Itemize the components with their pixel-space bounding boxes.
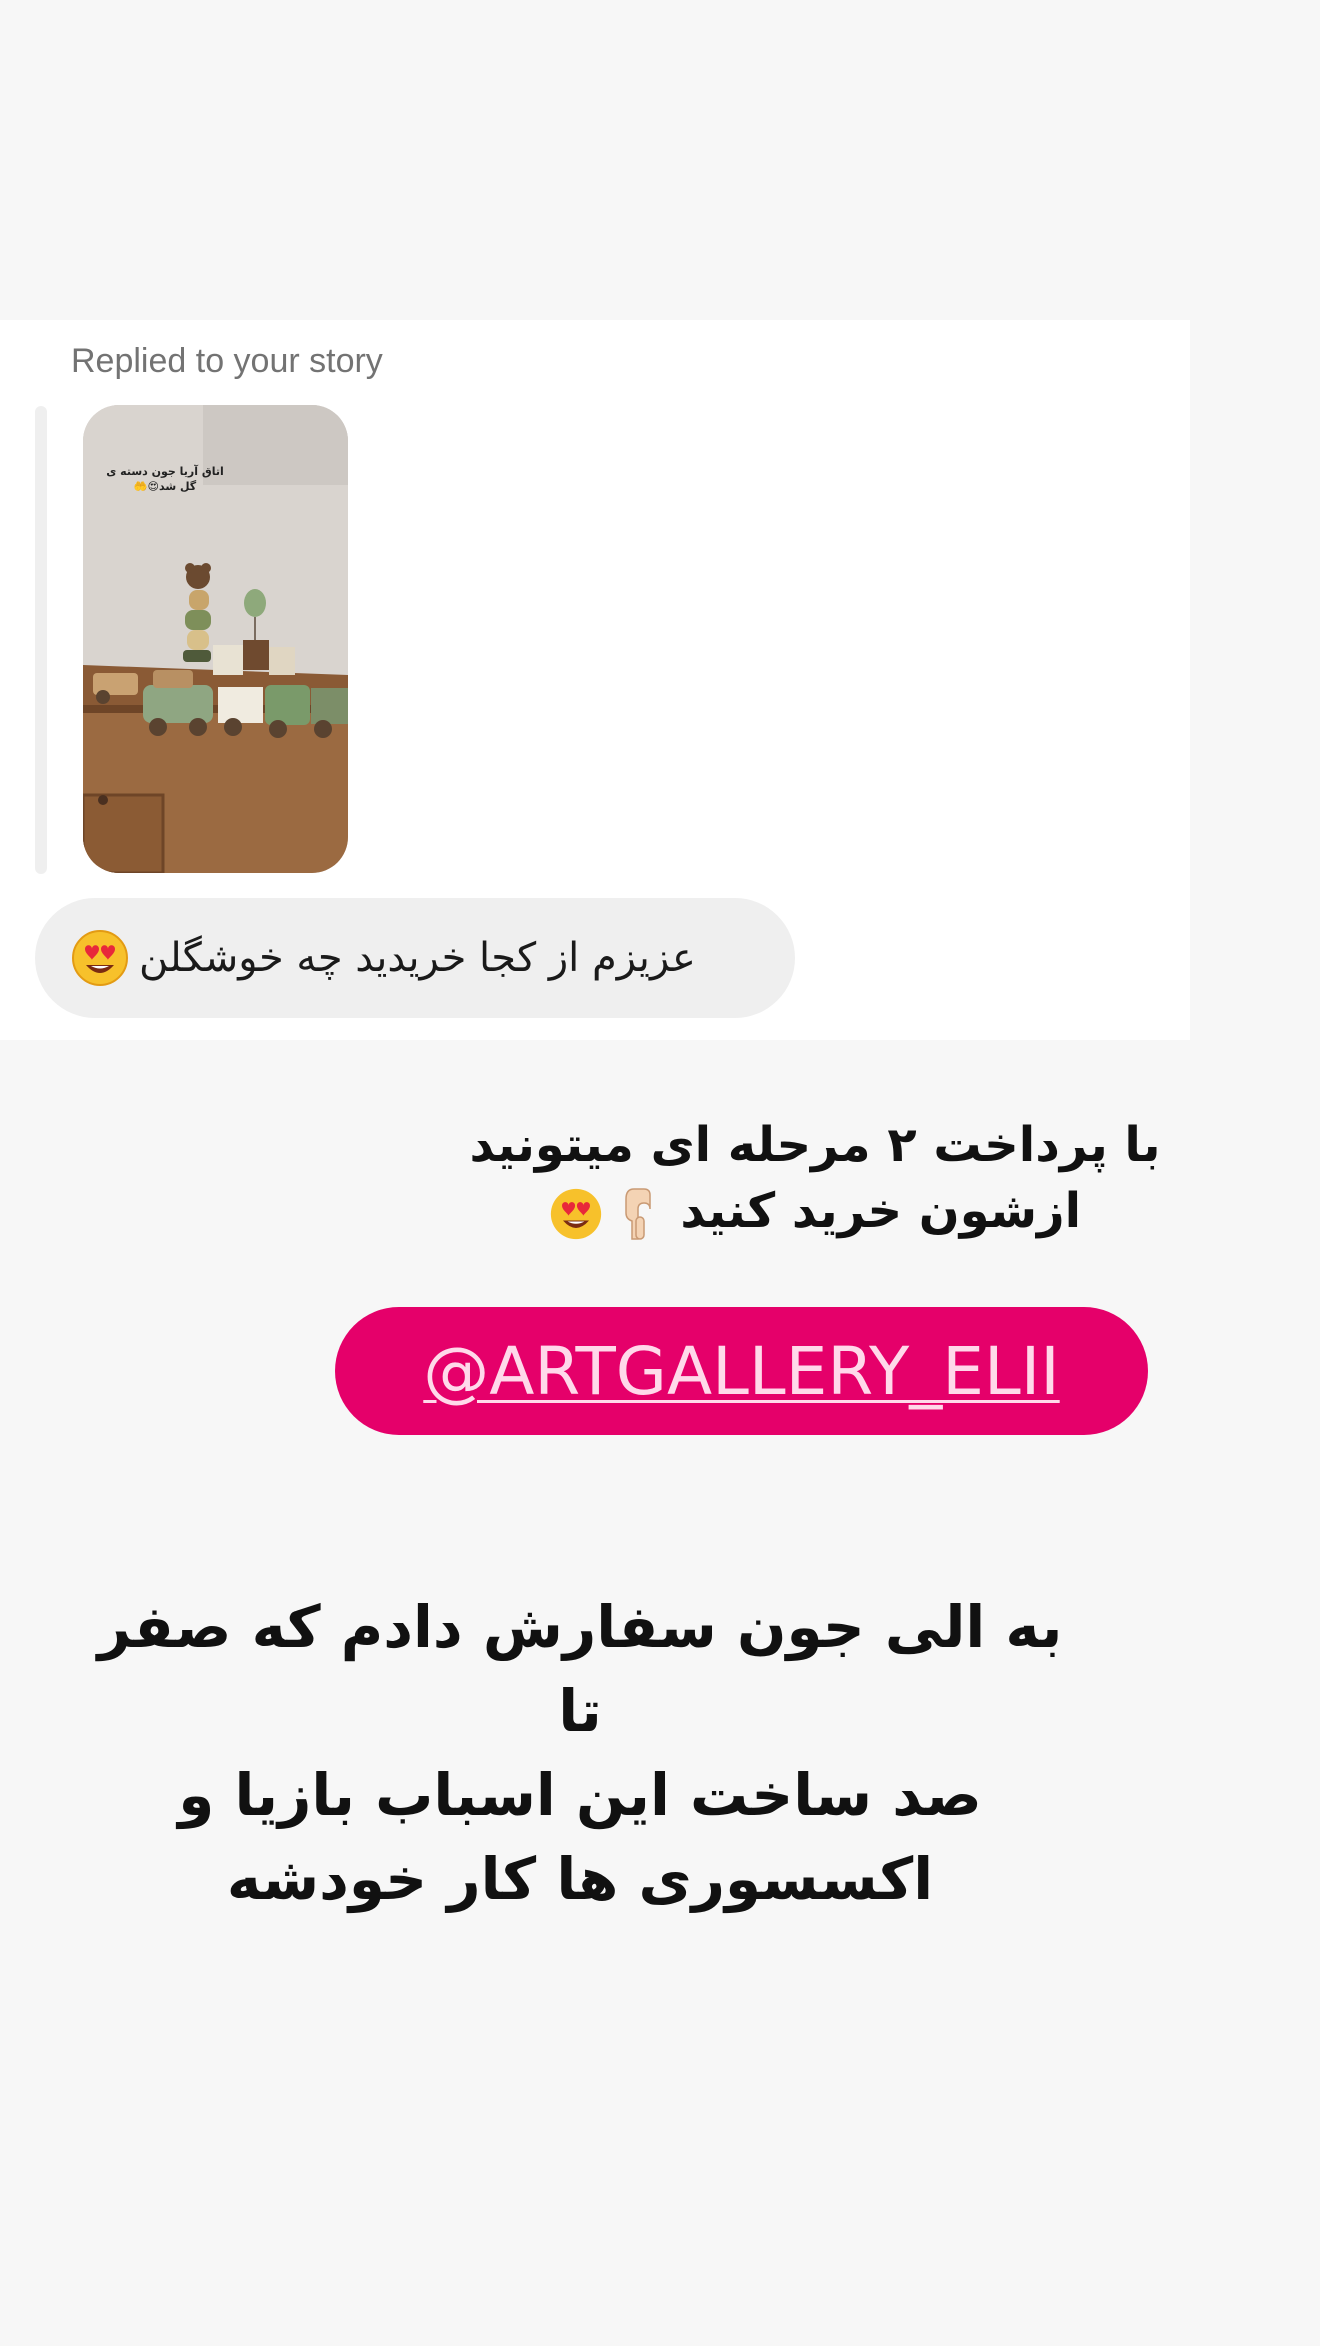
reply-quote-bar [35, 406, 47, 874]
story-thumbnail-caption-line1: اتاق آریا جون دسته ی [106, 464, 223, 478]
dm-reply-card: Replied to your story اتاق آریا جون دسته… [0, 320, 1190, 1040]
story-caption-bottom: به الی جون سفارش دادم که صفر تا صد ساخت … [80, 1585, 1080, 1921]
story-caption-bottom-line1: به الی جون سفارش دادم که صفر تا [97, 1593, 1063, 1745]
message-bubble[interactable]: عزیزم از کجا خریدید چه خوشگلن [35, 898, 795, 1018]
story-caption-top-line2: ازشون خرید کنید [680, 1183, 1082, 1239]
pointing-down-hand-icon [624, 1188, 651, 1240]
replied-to-story-label: Replied to your story [71, 342, 383, 380]
story-thumbnail-image: اتاق آریا جون دسته ی گل شد😍🤲 [83, 405, 348, 873]
story-caption-top: با پرداخت ۲ مرحله ای میتونید ازشون خرید … [425, 1112, 1205, 1244]
story-caption-top-line2-wrap: ازشون خرید کنید [425, 1178, 1205, 1244]
story-caption-bottom-line2: صد ساخت این اسباب بازیا و [178, 1761, 982, 1829]
story-thumbnail-caption-line2: گل شد😍🤲 [134, 480, 197, 493]
heart-eyes-emoji-icon [72, 930, 128, 986]
mention-username[interactable]: @ARTGALLERY_ELII [423, 1333, 1059, 1410]
story-thumbnail[interactable]: اتاق آریا جون دسته ی گل شد😍🤲 [83, 405, 348, 873]
story-caption-bottom-line3: اکسسوری ها کار خودشه [226, 1845, 934, 1913]
story-caption-top-line1: با پرداخت ۲ مرحله ای میتونید [469, 1117, 1161, 1173]
heart-eyes-emoji-icon [550, 1188, 602, 1240]
message-text: عزیزم از کجا خریدید چه خوشگلن [139, 935, 696, 981]
mention-sticker[interactable]: @ARTGALLERY_ELII [335, 1307, 1148, 1435]
